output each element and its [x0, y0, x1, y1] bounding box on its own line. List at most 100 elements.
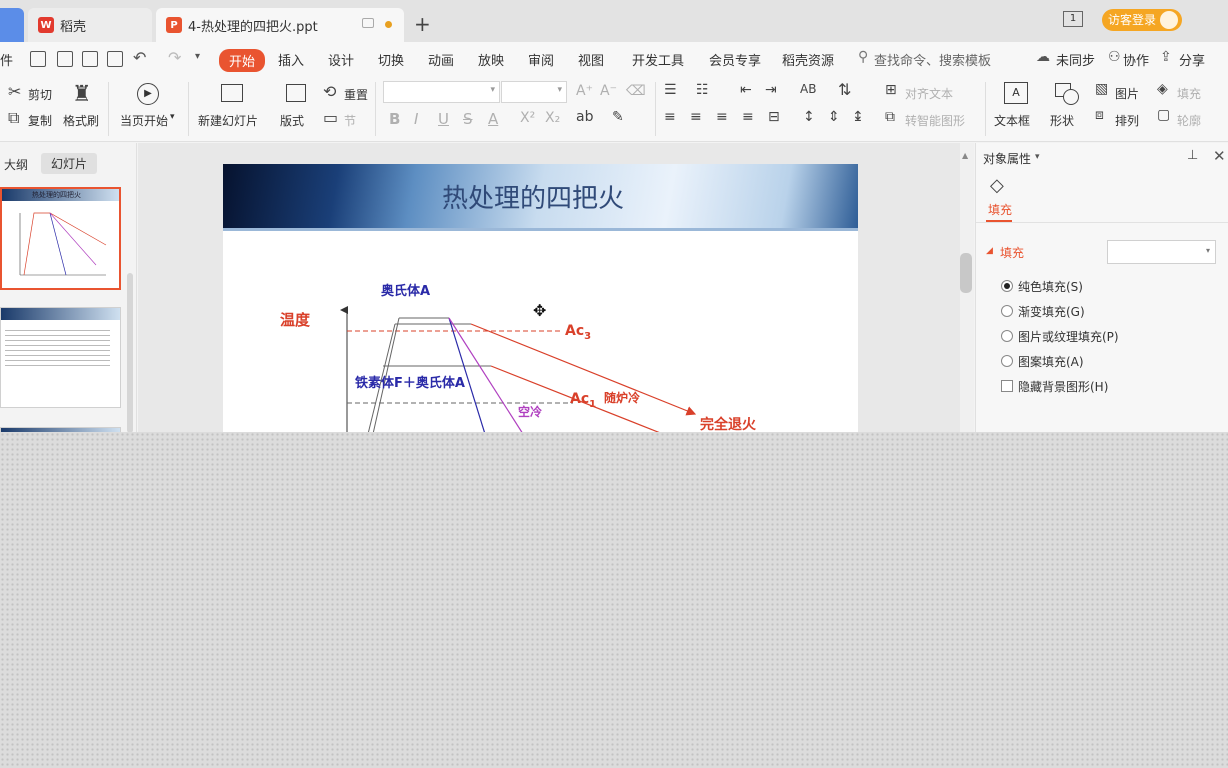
phonetic-icon[interactable]: ab: [576, 109, 593, 125]
collapse-triangle-icon[interactable]: ◢: [986, 246, 993, 256]
radio-pattern-fill[interactable]: [1001, 355, 1013, 367]
line-spacing-icon[interactable]: ↕: [803, 109, 815, 125]
textbox-button[interactable]: 文本框: [994, 112, 1030, 129]
bold-button[interactable]: B: [389, 110, 400, 128]
increase-indent-icon[interactable]: ⇥: [765, 82, 777, 98]
collab-button[interactable]: 协作: [1123, 50, 1149, 69]
quick-access-dropdown-icon[interactable]: ▾: [195, 51, 200, 62]
monitor-icon[interactable]: [362, 18, 374, 28]
slide-thumbnail-1[interactable]: 热处理的四把火: [0, 187, 121, 290]
menu-slideshow[interactable]: 放映: [478, 50, 504, 69]
window-count-button[interactable]: 1: [1063, 11, 1083, 27]
panel-title[interactable]: 对象属性: [983, 150, 1031, 167]
hide-background-checkbox[interactable]: [1001, 380, 1013, 392]
decrease-indent-icon[interactable]: ⇤: [740, 82, 752, 98]
export-icon[interactable]: [57, 51, 73, 67]
home-tab[interactable]: [0, 8, 24, 42]
save-icon[interactable]: [30, 51, 46, 67]
align-text-button[interactable]: 对齐文本: [905, 85, 953, 102]
pin-icon[interactable]: ⊥: [1187, 148, 1198, 163]
fill-color-select[interactable]: ▾: [1107, 240, 1216, 264]
superscript-button[interactable]: X²: [520, 110, 535, 126]
align-center-icon[interactable]: ≡: [690, 109, 702, 125]
section-button[interactable]: 节: [344, 112, 356, 129]
slide[interactable]: 热处理的四把火 温度 奥氏体A 铁素体F＋奥氏体A Ac3 Ac1 随炉冷 空冷…: [223, 164, 858, 434]
tab-slides[interactable]: 幻灯片: [41, 153, 98, 174]
outline-button[interactable]: 轮廓: [1177, 112, 1201, 129]
menu-design[interactable]: 设计: [328, 50, 354, 69]
menu-transition[interactable]: 切换: [378, 50, 404, 69]
picture-button[interactable]: 图片: [1115, 85, 1139, 102]
heat-treatment-diagram[interactable]: 温度 奥氏体A 铁素体F＋奥氏体A Ac3 Ac1 随炉冷 空冷 完全退火: [223, 164, 858, 434]
paragraph-spacing-icon[interactable]: ⇕: [828, 109, 840, 125]
radio-picture-fill[interactable]: [1001, 330, 1013, 342]
distribute-icon[interactable]: ⊟: [768, 109, 780, 125]
fill-button[interactable]: 填充: [1177, 85, 1201, 102]
align-right-icon[interactable]: ≡: [716, 109, 728, 125]
hide-background-label[interactable]: 隐藏背景图形(H): [1018, 378, 1108, 395]
file-menu[interactable]: 件: [0, 50, 13, 69]
scroll-up-icon[interactable]: ▲: [962, 151, 968, 160]
gradient-fill-label[interactable]: 渐变填充(G): [1018, 303, 1085, 320]
font-size-select[interactable]: ▾: [501, 81, 567, 103]
clear-format-icon[interactable]: ⌫: [626, 83, 646, 99]
new-tab-button[interactable]: +: [414, 12, 431, 36]
subscript-button[interactable]: X₂: [545, 110, 560, 126]
strikethrough-button[interactable]: S: [463, 110, 473, 128]
shape-button[interactable]: 形状: [1050, 112, 1074, 129]
tab-docer[interactable]: W 稻壳: [28, 8, 152, 42]
radio-solid-fill[interactable]: [1001, 280, 1013, 292]
menu-home[interactable]: 开始: [219, 49, 266, 72]
numbering-icon[interactable]: ☷: [696, 82, 709, 98]
menu-docer-resources[interactable]: 稻壳资源: [782, 50, 834, 69]
share-button[interactable]: 分享: [1179, 50, 1205, 69]
chevron-down-icon[interactable]: ▾: [1035, 152, 1040, 162]
play-from-current-button[interactable]: 当页开始: [120, 112, 168, 129]
radio-gradient-fill[interactable]: [1001, 305, 1013, 317]
bullets-icon[interactable]: ☰: [664, 82, 677, 98]
spacing-options-icon[interactable]: ↨: [852, 109, 864, 125]
grow-font-icon[interactable]: A⁺: [576, 83, 593, 99]
solid-fill-label[interactable]: 纯色填充(S): [1018, 278, 1083, 295]
menu-view[interactable]: 视图: [578, 50, 604, 69]
tab-outline[interactable]: 大纲: [4, 156, 28, 173]
pattern-fill-label[interactable]: 图案填充(A): [1018, 353, 1084, 370]
menu-developer[interactable]: 开发工具: [632, 50, 684, 69]
dropdown-icon[interactable]: ▾: [170, 112, 175, 122]
justify-icon[interactable]: ≡: [742, 109, 754, 125]
tab-fill[interactable]: 填充: [988, 201, 1012, 218]
font-color-button[interactable]: A: [488, 110, 498, 128]
shrink-font-icon[interactable]: A⁻: [600, 83, 617, 99]
format-painter-button[interactable]: 格式刷: [63, 112, 99, 129]
copy-button[interactable]: 复制: [28, 112, 52, 129]
tab-document[interactable]: P 4-热处理的四把火.ppt: [156, 8, 404, 42]
slide-thumbnail-2[interactable]: [0, 307, 121, 408]
redo-icon[interactable]: ↷: [168, 48, 181, 67]
cut-button[interactable]: 剪切: [28, 86, 52, 103]
menu-insert[interactable]: 插入: [278, 50, 304, 69]
font-name-select[interactable]: ▾: [383, 81, 500, 103]
sort-icon[interactable]: ⇅: [838, 80, 851, 99]
print-icon[interactable]: [82, 51, 98, 67]
close-icon[interactable]: ✕: [1213, 147, 1226, 165]
canvas-scrollbar-thumb[interactable]: [960, 253, 972, 293]
undo-icon[interactable]: ↶: [133, 48, 146, 67]
text-direction-icon[interactable]: AB: [800, 82, 816, 96]
preview-icon[interactable]: [107, 51, 123, 67]
login-button[interactable]: 访客登录: [1102, 9, 1182, 31]
arrange-button[interactable]: 排列: [1115, 112, 1139, 129]
menu-review[interactable]: 审阅: [528, 50, 554, 69]
sync-status[interactable]: 未同步: [1056, 50, 1095, 69]
align-left-icon[interactable]: ≡: [664, 109, 676, 125]
reset-button[interactable]: 重置: [344, 86, 368, 103]
thumbnail-scrollbar[interactable]: [127, 273, 133, 433]
command-search[interactable]: 查找命令、搜索模板: [874, 50, 991, 69]
new-slide-button[interactable]: 新建幻灯片: [198, 112, 258, 129]
underline-button[interactable]: U: [438, 110, 449, 128]
smart-art-button[interactable]: 转智能图形: [905, 112, 965, 129]
italic-button[interactable]: I: [414, 110, 418, 128]
menu-animation[interactable]: 动画: [428, 50, 454, 69]
menu-member[interactable]: 会员专享: [709, 50, 761, 69]
layout-button[interactable]: 版式: [280, 112, 304, 129]
highlight-icon[interactable]: ✎: [612, 109, 624, 125]
